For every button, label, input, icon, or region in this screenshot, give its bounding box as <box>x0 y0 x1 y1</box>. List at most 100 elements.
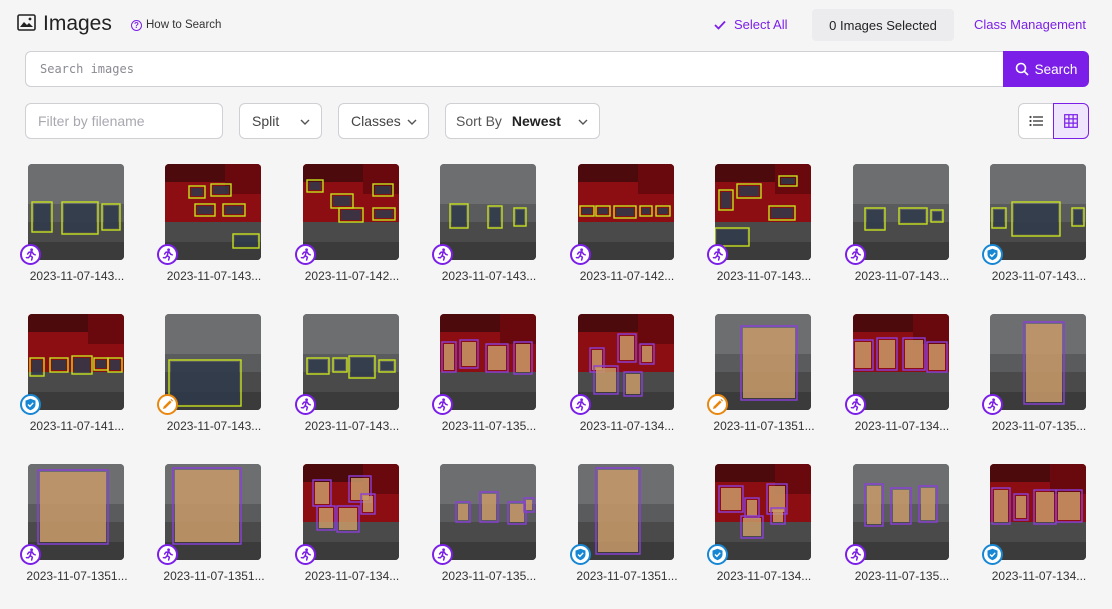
select-all-button[interactable]: Select All <box>714 17 787 32</box>
image-tile[interactable]: 2023-11-07-143... <box>707 164 819 294</box>
image-thumbnail <box>715 314 811 410</box>
page-header: Images ? How to Search Select All 0 Imag… <box>0 0 1112 50</box>
search-button[interactable]: Search <box>1003 51 1089 87</box>
image-thumbnail <box>578 464 674 560</box>
running-person-icon <box>845 394 866 415</box>
running-person-icon <box>20 544 41 565</box>
image-filename: 2023-11-07-143... <box>166 419 262 433</box>
image-filename: 2023-11-07-143... <box>304 419 400 433</box>
image-tile[interactable]: 2023-11-07-143... <box>20 164 132 294</box>
running-person-icon <box>295 244 316 265</box>
image-tile[interactable]: 2023-11-07-143... <box>432 164 544 294</box>
running-person-icon <box>157 244 178 265</box>
image-tile[interactable]: 2023-11-07-143... <box>295 314 407 444</box>
image-tile[interactable]: 2023-11-07-135... <box>982 314 1094 444</box>
image-filename: 2023-11-07-1351... <box>713 419 815 433</box>
image-thumbnail <box>578 164 674 260</box>
search-input[interactable] <box>25 51 1005 87</box>
running-person-icon <box>570 394 591 415</box>
image-tile[interactable]: 2023-11-07-142... <box>295 164 407 294</box>
image-filename: 2023-11-07-141... <box>29 419 125 433</box>
classes-dropdown[interactable]: Classes <box>338 103 429 139</box>
image-filename: 2023-11-07-142... <box>304 269 400 283</box>
image-tile[interactable]: 2023-11-07-135... <box>432 314 544 444</box>
class-management-link[interactable]: Class Management <box>974 17 1086 32</box>
image-thumbnail <box>440 464 536 560</box>
list-icon <box>1029 115 1043 127</box>
image-filename: 2023-11-07-134... <box>716 569 812 583</box>
image-filename: 2023-11-07-1351... <box>576 569 678 583</box>
image-thumbnail <box>440 164 536 260</box>
image-thumbnail <box>303 164 399 260</box>
split-label: Split <box>252 113 280 129</box>
shield-check-icon <box>20 394 41 415</box>
image-thumbnail <box>715 164 811 260</box>
image-filename: 2023-11-07-134... <box>304 569 400 583</box>
images-icon <box>17 14 36 31</box>
image-thumbnail <box>303 314 399 410</box>
image-tile[interactable]: 2023-11-07-143... <box>157 314 269 444</box>
image-thumbnail <box>165 164 261 260</box>
selected-count-badge: 0 Images Selected <box>812 9 954 41</box>
image-thumbnail <box>28 314 124 410</box>
sort-dropdown[interactable]: Sort By Newest <box>445 103 600 139</box>
image-filename: 2023-11-07-135... <box>441 569 537 583</box>
image-tile[interactable]: 2023-11-07-134... <box>570 314 682 444</box>
image-thumbnail <box>165 464 261 560</box>
image-thumbnail <box>303 464 399 560</box>
select-all-label: Select All <box>734 17 788 32</box>
image-filename: 2023-11-07-143... <box>29 269 125 283</box>
image-tile[interactable]: 2023-11-07-1351... <box>707 314 819 444</box>
running-person-icon <box>707 244 728 265</box>
pencil-icon <box>157 394 178 415</box>
shield-check-icon <box>707 544 728 565</box>
page-title: Images <box>43 12 112 35</box>
image-tile[interactable]: 2023-11-07-143... <box>845 164 957 294</box>
image-tile[interactable]: 2023-11-07-135... <box>845 464 957 594</box>
image-tile[interactable]: 2023-11-07-1351... <box>20 464 132 594</box>
image-tile[interactable]: 2023-11-07-1351... <box>157 464 269 594</box>
running-person-icon <box>432 544 453 565</box>
image-tile[interactable]: 2023-11-07-142... <box>570 164 682 294</box>
grid-view-button[interactable] <box>1053 103 1089 139</box>
image-thumbnail <box>990 464 1086 560</box>
image-filename: 2023-11-07-1351... <box>26 569 128 583</box>
image-thumbnail <box>715 464 811 560</box>
image-filename: 2023-11-07-134... <box>854 419 950 433</box>
shield-check-icon <box>982 244 1003 265</box>
filename-filter-input[interactable] <box>38 113 208 129</box>
image-tile[interactable]: 2023-11-07-141... <box>20 314 132 444</box>
search-icon <box>1015 62 1029 76</box>
running-person-icon <box>570 244 591 265</box>
image-filename: 2023-11-07-143... <box>854 269 950 283</box>
how-to-search-link[interactable]: ? How to Search <box>131 19 221 31</box>
image-thumbnail <box>853 164 949 260</box>
running-person-icon <box>845 244 866 265</box>
image-filename: 2023-11-07-1351... <box>163 569 265 583</box>
chevron-down-icon <box>407 119 417 125</box>
image-tile[interactable]: 2023-11-07-134... <box>845 314 957 444</box>
image-tile[interactable]: 2023-11-07-135... <box>432 464 544 594</box>
image-tile[interactable]: 2023-11-07-134... <box>707 464 819 594</box>
running-person-icon <box>432 394 453 415</box>
image-tile[interactable]: 2023-11-07-134... <box>295 464 407 594</box>
image-thumbnail <box>578 314 674 410</box>
grid-icon <box>1064 114 1078 128</box>
sort-by-label: Sort By <box>456 113 502 129</box>
split-dropdown[interactable]: Split <box>239 103 322 139</box>
image-tile[interactable]: 2023-11-07-1351... <box>570 464 682 594</box>
running-person-icon <box>295 544 316 565</box>
list-view-button[interactable] <box>1018 103 1054 139</box>
image-tile[interactable]: 2023-11-07-134... <box>982 464 1094 594</box>
how-to-search-label: How to Search <box>146 19 222 31</box>
search-button-label: Search <box>1034 61 1078 77</box>
image-filename: 2023-11-07-143... <box>441 269 537 283</box>
image-tile[interactable]: 2023-11-07-143... <box>982 164 1094 294</box>
running-person-icon <box>982 394 1003 415</box>
image-filename: 2023-11-07-135... <box>854 569 950 583</box>
image-tile[interactable]: 2023-11-07-143... <box>157 164 269 294</box>
image-thumbnail <box>990 314 1086 410</box>
image-filename: 2023-11-07-143... <box>991 269 1087 283</box>
image-filename: 2023-11-07-143... <box>166 269 262 283</box>
image-filename: 2023-11-07-143... <box>716 269 812 283</box>
